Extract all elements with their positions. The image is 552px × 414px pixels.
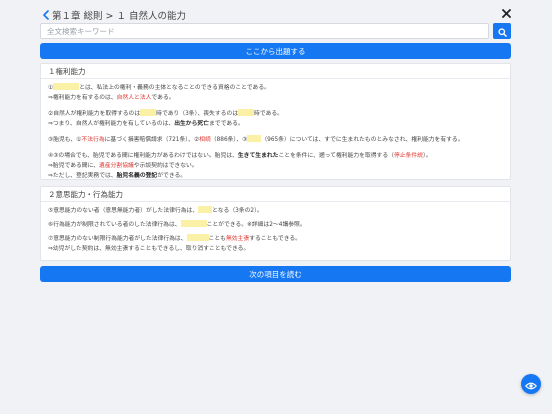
paragraph-7: ⑦意思能力のない制限行為能力者がした法律行為は、 ことも無効主張することもできる。… (48, 234, 503, 254)
text-line: ⑤意思能力のない者（意思無能力者）がした法律行為は、 となる（3条の2）。 (48, 206, 263, 214)
breadcrumb: 第１章 総則 > １ 自然人の能力 (52, 11, 187, 22)
section-card-mental-capacity: ２意思能力・行為能力 ⑤意思能力のない者（意思無能力者）がした法律行為は、 となる… (40, 186, 511, 261)
section-title: １権利能力 (41, 64, 510, 79)
search-button[interactable] (493, 23, 511, 39)
section-title: ２意思能力・行為能力 (41, 187, 510, 202)
paragraph-1: ① とは、私法上の権利・義務の主体となることのできる資格のことである。 ⇒権利能力… (48, 83, 503, 103)
start-quiz-button[interactable]: ここから出題する (40, 43, 511, 59)
search-bar (40, 23, 511, 39)
paragraph-2: ②自然人が権利能力を取得するのは 時であり（3条）、喪失するのは 時である。 ⇒つま… (48, 109, 503, 129)
blank-highlight[interactable] (180, 220, 207, 227)
eye-icon (524, 375, 538, 394)
paragraph-3: ③胎児も、①不法行為に基づく損害賠償請求（721条）、②相続（886条）、③ （9… (48, 135, 503, 145)
text-line: ⇒権利能力を有するのは、自然人と法人である。 (48, 95, 175, 101)
top-bar: 第１章 総則 > １ 自然人の能力 (40, 8, 516, 22)
blank-highlight[interactable] (140, 109, 157, 116)
toggle-visibility-button[interactable] (521, 374, 541, 394)
section-card-rights-capacity: １権利能力 ① とは、私法上の権利・義務の主体となることのできる資格のことである。… (40, 63, 511, 180)
close-icon[interactable] (500, 7, 512, 19)
paragraph-5: ⑤意思能力のない者（意思無能力者）がした法律行為は、 となる（3条の2）。 (48, 206, 503, 216)
text-line: ⇒幼児がした契約は、無効主張することもできるし、取り消すこともできる。 (48, 246, 250, 252)
chevron-left-icon[interactable] (40, 9, 50, 21)
blank-highlight[interactable] (198, 206, 213, 213)
next-item-button[interactable]: 次の項目を読む (40, 266, 511, 282)
text-line: ⑦意思能力のない制限行為能力者がした法律行為は、 ことも無効主張することもできる。 (48, 234, 301, 242)
text-line: ⇒胎児である間に、遺産分割協議や示談契約はできない。 (48, 163, 198, 169)
text-line: ④③の場合でも、胎児である間に権利能力があるわけではない。胎児は、生きて生まれた… (48, 153, 432, 159)
blank-highlight[interactable] (247, 135, 262, 142)
paragraph-4: ④③の場合でも、胎児である間に権利能力があるわけではない。胎児は、生きて生まれた… (48, 151, 503, 181)
blank-highlight[interactable] (186, 234, 209, 241)
text-line: ① とは、私法上の権利・義務の主体となることのできる資格のことである。 (48, 83, 270, 91)
text-line: ⑥行為能力が制限されている者のした法律行為は、 ことができる。※詳細は2〜4講参照… (48, 220, 306, 228)
text-line: ⇒ただし、登記実務では、胎児名義の登記ができる。 (48, 173, 187, 179)
text-line: ⇒つまり、自然人が権利能力を有しているのは、出生から死亡までである。 (48, 121, 244, 127)
blank-highlight[interactable] (238, 109, 255, 116)
paragraph-6: ⑥行為能力が制限されている者のした法律行為は、 ことができる。※詳細は2〜4講参照… (48, 220, 503, 230)
search-input[interactable] (40, 23, 489, 39)
blank-highlight[interactable] (53, 83, 80, 90)
text-line: ③胎児も、①不法行為に基づく損害賠償請求（721条）、②相続（886条）、③ （9… (48, 135, 464, 143)
search-icon (497, 22, 507, 41)
text-line: ②自然人が権利能力を取得するのは 時であり（3条）、喪失するのは 時である。 (48, 109, 283, 117)
